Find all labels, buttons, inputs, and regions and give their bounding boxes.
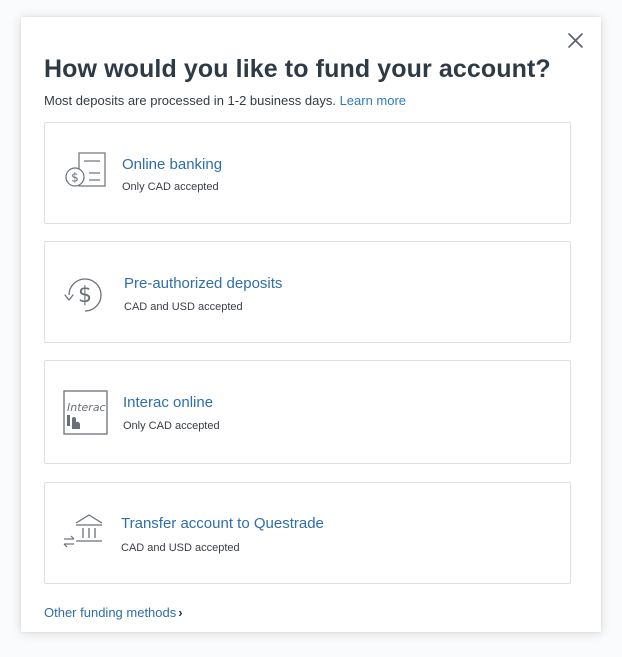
option-title: Transfer account to Questrade <box>121 515 324 532</box>
svg-text:$: $ <box>78 283 92 308</box>
option-subtitle: CAD and USD accepted <box>121 542 240 554</box>
processing-note: Most deposits are processed in 1-2 busin… <box>44 93 336 108</box>
online-banking-icon: $ <box>65 152 106 187</box>
option-online-banking[interactable]: $ Online banking Only CAD accepted <box>44 122 571 224</box>
option-subtitle: Only CAD accepted <box>123 420 220 432</box>
option-title: Online banking <box>122 156 223 173</box>
chevron-right-icon: › <box>178 605 183 620</box>
svg-text:$: $ <box>71 171 79 185</box>
bank-transfer-icon <box>63 514 103 548</box>
dialog-title: How would you like to fund your account? <box>44 55 551 83</box>
learn-more-link[interactable]: Learn more <box>340 93 406 108</box>
option-pre-authorized-deposits[interactable]: $ Pre-authorized deposits CAD and USD ac… <box>44 241 571 343</box>
other-funding-methods-link[interactable]: Other funding methods › <box>44 605 183 620</box>
option-title: Pre-authorized deposits <box>124 275 283 292</box>
recurring-dollar-icon: $ <box>64 278 102 312</box>
option-subtitle: CAD and USD accepted <box>124 301 243 313</box>
option-transfer-account[interactable]: Transfer account to Questrade CAD and US… <box>44 482 571 584</box>
option-subtitle: Only CAD accepted <box>122 181 219 193</box>
close-button[interactable] <box>566 31 586 51</box>
option-title: Interac online <box>123 394 214 411</box>
option-interac-online[interactable]: Interac Interac online Only CAD accepted <box>44 360 571 464</box>
dialog-subtitle: Most deposits are processed in 1-2 busin… <box>44 93 406 108</box>
fund-account-dialog: How would you like to fund your account?… <box>21 17 601 632</box>
close-icon <box>568 33 583 48</box>
svg-text:Interac: Interac <box>67 401 106 414</box>
interac-logo: Interac <box>63 390 108 435</box>
other-funding-methods-label: Other funding methods <box>44 605 177 620</box>
